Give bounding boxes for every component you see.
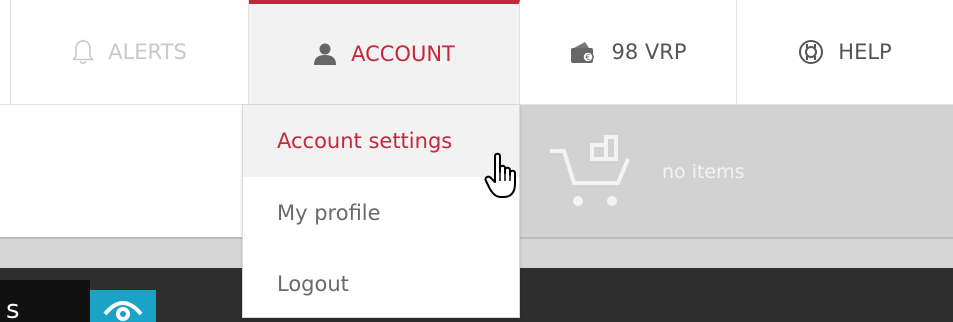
cart-summary[interactable]: no items (520, 105, 953, 238)
nav-account[interactable]: ACCOUNT (249, 0, 520, 104)
menu-item-label: Logout (277, 272, 349, 296)
bottom-tab[interactable]: s (0, 280, 90, 322)
menu-item-label: Account settings (277, 129, 453, 153)
nav-alerts-label: ALERTS (108, 40, 187, 64)
nav-vrp-balance[interactable]: € 98 VRP (520, 0, 737, 104)
account-dropdown-menu: Account settings My profile Logout (242, 104, 520, 318)
top-navigation: ALERTS ACCOUNT € 98 VRP HELP (0, 0, 953, 104)
menu-item-label: My profile (277, 201, 381, 225)
nav-vrp-label: 98 VRP (611, 40, 687, 64)
bell-icon (72, 39, 95, 65)
user-icon (313, 42, 337, 66)
eye-icon (103, 296, 143, 322)
wallet-icon: € (569, 40, 597, 64)
menu-item-account-settings[interactable]: Account settings (243, 105, 519, 177)
view-button[interactable] (90, 290, 156, 322)
nav-left-edge (0, 0, 11, 104)
svg-text:€: € (586, 53, 591, 62)
cart-icon (548, 131, 634, 215)
lifebuoy-icon (798, 39, 824, 65)
bottom-tab-text: s (6, 295, 20, 322)
nav-alerts[interactable]: ALERTS (11, 0, 249, 104)
nav-help[interactable]: HELP (737, 0, 953, 104)
nav-account-label: ACCOUNT (351, 42, 455, 66)
menu-item-my-profile[interactable]: My profile (243, 177, 519, 249)
nav-help-label: HELP (838, 40, 892, 64)
menu-item-logout[interactable]: Logout (243, 248, 519, 320)
cart-status: no items (662, 161, 745, 183)
hand-pointer-icon (484, 152, 524, 204)
